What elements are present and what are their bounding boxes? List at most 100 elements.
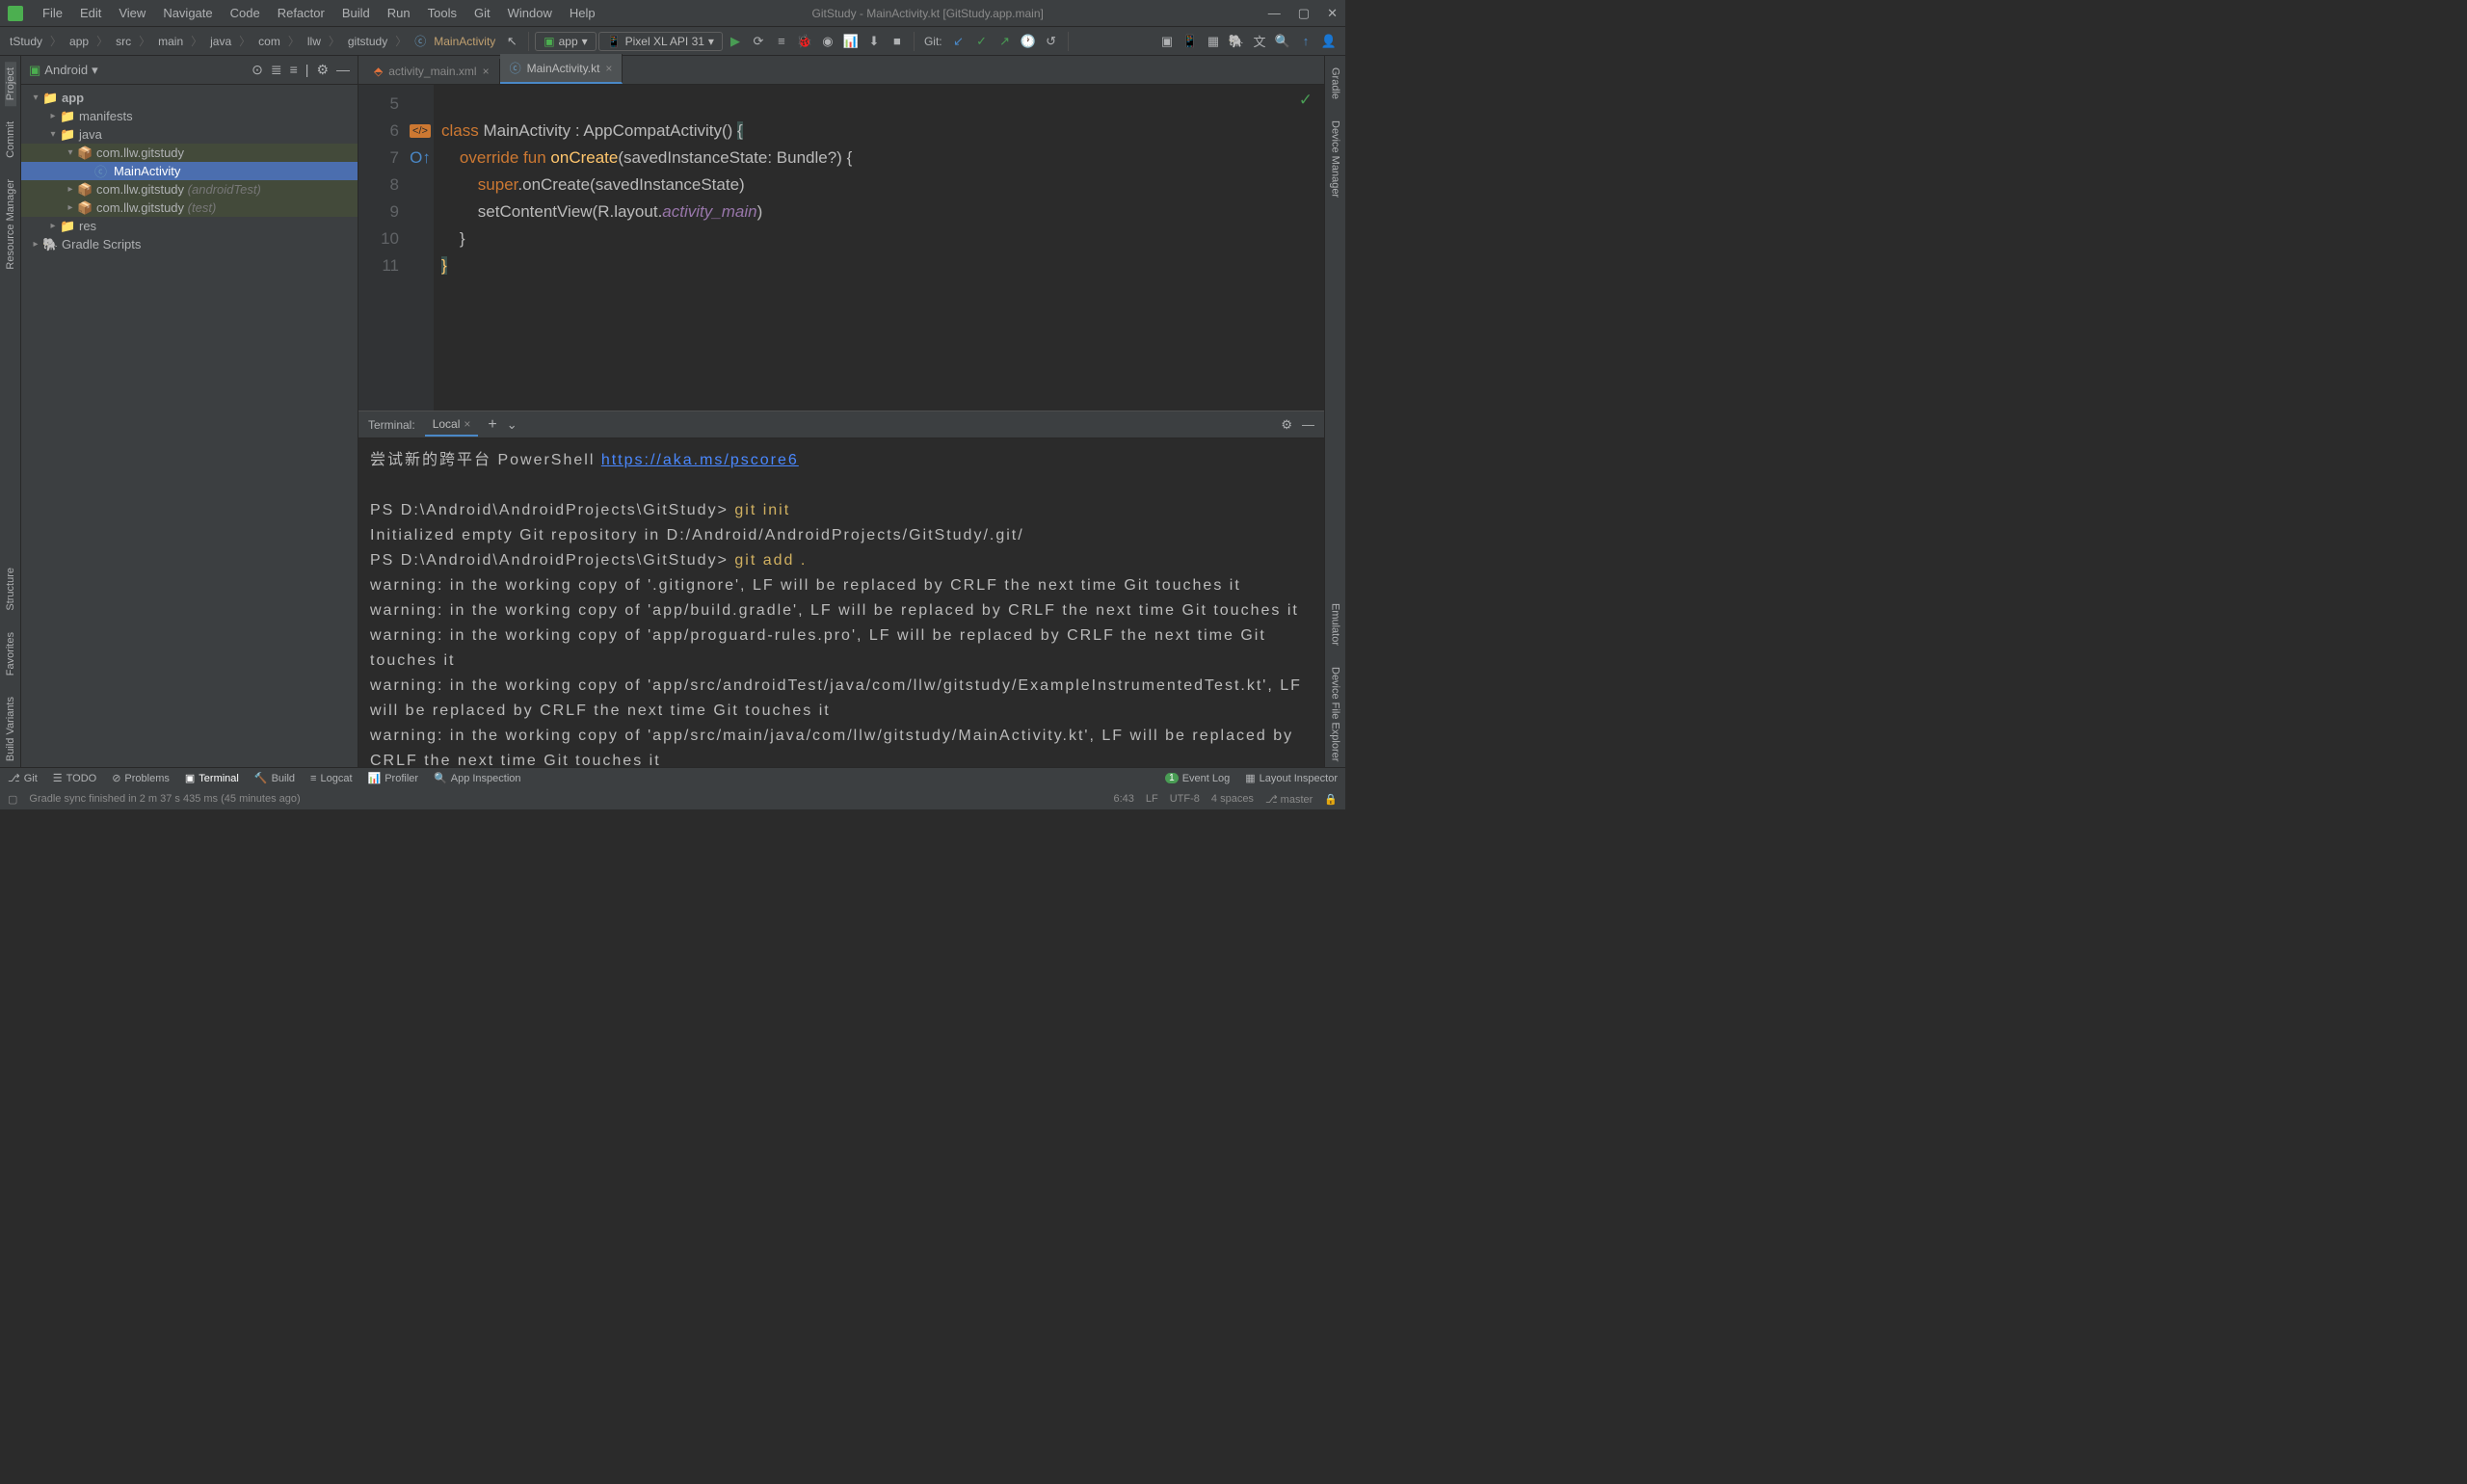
menu-window[interactable]: Window <box>500 3 560 23</box>
btab-app-inspection[interactable]: 🔍 App Inspection <box>434 772 520 784</box>
avatar-icon[interactable]: 👤 <box>1318 31 1340 52</box>
status-pos[interactable]: 6:43 <box>1113 793 1133 806</box>
rail-device-manager[interactable]: Device Manager <box>1330 115 1341 203</box>
btab-profiler[interactable]: 📊 Profiler <box>368 772 419 784</box>
override-icon[interactable]: </> <box>410 124 431 138</box>
sync-icon[interactable]: 🐘 <box>1226 31 1247 52</box>
inspection-ok-icon[interactable]: ✓ <box>1299 91 1313 110</box>
terminal-body[interactable]: 尝试新的跨平台 PowerShell https://aka.ms/pscore… <box>358 438 1324 767</box>
tree-pkg-main[interactable]: ▾📦com.llw.gitstudy <box>21 144 358 162</box>
rail-resource-manager[interactable]: Resource Manager <box>5 173 16 276</box>
crumb[interactable]: main <box>154 35 187 48</box>
tree-app[interactable]: ▾📁app <box>21 89 358 107</box>
close-icon[interactable]: × <box>605 62 612 75</box>
close-icon[interactable]: × <box>483 65 490 78</box>
status-branch[interactable]: ⎇ master <box>1265 793 1313 806</box>
dropdown-icon[interactable]: ⌄ <box>507 417 517 433</box>
device-select[interactable]: 📱Pixel XL API 31 ▾ <box>598 32 723 51</box>
gear-icon[interactable]: ⚙ <box>316 62 329 78</box>
vcs-commit-icon[interactable]: ✓ <box>971 31 993 52</box>
btab-git[interactable]: ⎇ Git <box>8 772 38 784</box>
hide-icon[interactable]: — <box>336 62 350 78</box>
tree-main-activity[interactable]: ⓒMainActivity <box>21 162 358 180</box>
vcs-rollback-icon[interactable]: ↺ <box>1041 31 1062 52</box>
vcs-history-icon[interactable]: 🕐 <box>1018 31 1039 52</box>
search-icon[interactable]: 🔍 <box>1272 31 1293 52</box>
coverage-icon[interactable]: ◉ <box>817 31 838 52</box>
crumb[interactable]: app <box>66 35 93 48</box>
maximize-icon[interactable]: ▢ <box>1298 6 1310 21</box>
close-icon[interactable]: × <box>464 417 470 431</box>
translate-icon[interactable]: 文 <box>1249 31 1270 52</box>
crumb[interactable]: gitstudy <box>344 35 391 48</box>
btab-problems[interactable]: ⊘ Problems <box>112 772 170 784</box>
rail-build-variants[interactable]: Build Variants <box>5 691 16 767</box>
status-lock-icon[interactable]: 🔒 <box>1324 793 1338 806</box>
tree-java[interactable]: ▾📁java <box>21 125 358 144</box>
rail-structure[interactable]: Structure <box>5 562 16 617</box>
expand-all-icon[interactable]: ≣ <box>271 62 282 78</box>
gear-icon[interactable]: ⚙ <box>1281 417 1292 433</box>
collapse-all-icon[interactable]: ≡ <box>290 62 298 78</box>
tab-kt[interactable]: ⓒMainActivity.kt× <box>500 54 623 84</box>
apply-changes-icon[interactable]: ⟳ <box>748 31 769 52</box>
tree-manifests[interactable]: ▸📁manifests <box>21 107 358 125</box>
rail-device-file-explorer[interactable]: Device File Explorer <box>1330 661 1341 767</box>
menu-view[interactable]: View <box>111 3 153 23</box>
menu-build[interactable]: Build <box>334 3 378 23</box>
vcs-update-icon[interactable]: ↙ <box>948 31 969 52</box>
crumb[interactable]: llw <box>304 35 325 48</box>
status-encoding[interactable]: UTF-8 <box>1170 793 1200 806</box>
resource-icon[interactable]: ▦ <box>1203 31 1224 52</box>
btab-layout-inspector[interactable]: ▦ Layout Inspector <box>1245 772 1338 784</box>
hide-icon[interactable]: — <box>1302 417 1314 432</box>
code-body[interactable]: class MainActivity : AppCompatActivity()… <box>434 85 852 411</box>
crumb-current[interactable]: MainActivity <box>430 35 499 48</box>
btab-terminal[interactable]: ▣ Terminal <box>185 772 239 784</box>
menu-navigate[interactable]: Navigate <box>155 3 220 23</box>
terminal-tab-local[interactable]: Local× <box>425 413 479 437</box>
override-up-icon[interactable]: O↑ <box>410 148 431 168</box>
pscore-link[interactable]: https://aka.ms/pscore6 <box>601 452 799 468</box>
menu-help[interactable]: Help <box>562 3 603 23</box>
new-session-icon[interactable]: + <box>488 416 496 434</box>
tree-res[interactable]: ▸📁res <box>21 217 358 235</box>
vcs-push-icon[interactable]: ↗ <box>995 31 1016 52</box>
minimize-icon[interactable]: — <box>1268 6 1281 21</box>
crumb[interactable]: com <box>254 35 284 48</box>
btab-logcat[interactable]: ≡ Logcat <box>310 773 352 784</box>
apply-code-icon[interactable]: ≡ <box>771 31 792 52</box>
updates-icon[interactable]: ↑ <box>1295 31 1316 52</box>
btab-todo[interactable]: ☰ TODO <box>53 772 96 784</box>
menu-tools[interactable]: Tools <box>420 3 464 23</box>
menu-run[interactable]: Run <box>380 3 418 23</box>
nav-back-icon[interactable]: ↖ <box>501 31 522 52</box>
rail-commit[interactable]: Commit <box>5 116 16 164</box>
menu-refactor[interactable]: Refactor <box>270 3 332 23</box>
run-config-select[interactable]: ▣app ▾ <box>535 32 596 51</box>
crumb[interactable]: tStudy <box>6 35 46 48</box>
run-icon[interactable]: ▶ <box>725 31 746 52</box>
crumb[interactable]: java <box>206 35 235 48</box>
menu-code[interactable]: Code <box>223 3 268 23</box>
debug-icon[interactable]: 🐞 <box>794 31 815 52</box>
menu-file[interactable]: File <box>35 3 70 23</box>
profile-icon[interactable]: 📊 <box>840 31 862 52</box>
crumb[interactable]: src <box>112 35 135 48</box>
rail-emulator[interactable]: Emulator <box>1330 597 1341 651</box>
btab-build[interactable]: 🔨 Build <box>254 772 295 784</box>
rail-favorites[interactable]: Favorites <box>5 626 16 681</box>
attach-icon[interactable]: ⬇ <box>863 31 885 52</box>
tree-pkg-test[interactable]: ▸📦com.llw.gitstudy (test) <box>21 199 358 217</box>
tree-gradle[interactable]: ▸🐘Gradle Scripts <box>21 235 358 253</box>
select-opened-icon[interactable]: ⊙ <box>252 62 263 78</box>
code-editor[interactable]: 5 6 7 8 9 10 11 </> O↑ class MainActivit… <box>358 85 1324 411</box>
stop-icon[interactable]: ■ <box>887 31 908 52</box>
sdk-icon[interactable]: 📱 <box>1180 31 1201 52</box>
project-view-mode[interactable]: Android <box>44 63 88 77</box>
status-eol[interactable]: LF <box>1146 793 1158 806</box>
status-indent[interactable]: 4 spaces <box>1211 793 1254 806</box>
tab-xml[interactable]: ⬘activity_main.xml× <box>364 59 500 84</box>
breadcrumb[interactable]: tStudy〉 app〉 src〉 main〉 java〉 com〉 llw〉 … <box>6 33 499 49</box>
rail-project[interactable]: Project <box>5 62 16 106</box>
